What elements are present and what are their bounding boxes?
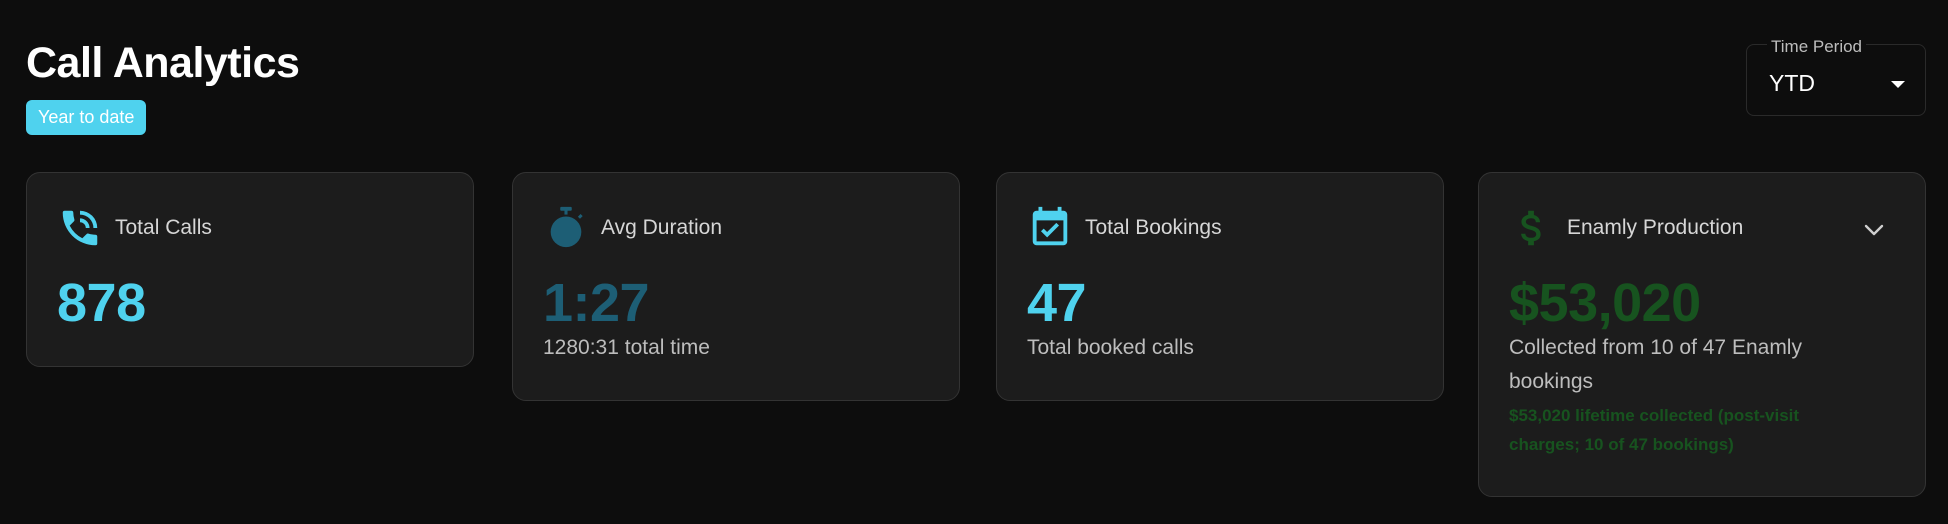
collected-text-line2: bookings <box>1509 370 1594 393</box>
avg-duration-card: Avg Duration 1:27 1280:31 total time <box>512 172 960 401</box>
time-period-label: Time Period <box>1767 37 1867 57</box>
dropdown-caret-icon <box>1891 81 1905 88</box>
dollar-icon <box>1509 205 1555 251</box>
total-calls-value: 878 <box>57 273 146 333</box>
lifetime-note-line2: charges; 10 of 47 bookings) <box>1509 435 1734 454</box>
avg-duration-value: 1:27 <box>543 273 650 333</box>
card-label: Total Bookings <box>1085 216 1222 239</box>
collected-text-line1: Collected from 10 of 47 Enamly <box>1509 336 1802 359</box>
time-period-select[interactable]: Time Period YTD <box>1746 37 1926 116</box>
chevron-down-icon[interactable] <box>1863 223 1885 237</box>
phone-icon <box>57 205 103 251</box>
card-label: Total Calls <box>115 216 212 239</box>
booked-calls-text: Total booked calls <box>1027 336 1194 359</box>
card-label: Enamly Production <box>1567 216 1744 239</box>
stopwatch-icon <box>543 205 589 251</box>
total-bookings-value: 47 <box>1027 273 1087 333</box>
calendar-check-icon <box>1027 205 1073 251</box>
time-period-value: YTD <box>1769 70 1815 96</box>
total-bookings-card: Total Bookings 47 Total booked calls <box>996 172 1444 401</box>
card-label: Avg Duration <box>601 216 723 239</box>
total-time-text: 1280:31 total time <box>543 336 710 359</box>
collected-text: Collected from 10 of 47 Enamly bookings <box>1509 331 1802 399</box>
total-calls-card: Total Calls 878 <box>26 172 474 367</box>
enamly-production-value: $53,020 <box>1509 273 1701 333</box>
period-badge: Year to date <box>26 100 147 135</box>
lifetime-note-line1: $53,020 lifetime collected (post-visit <box>1509 406 1800 425</box>
enamly-production-card[interactable]: Enamly Production $53,020 Collected from… <box>1478 172 1926 497</box>
page-title: Call Analytics <box>26 39 300 87</box>
lifetime-collected-note: $53,020 lifetime collected (post-visit c… <box>1509 401 1869 459</box>
